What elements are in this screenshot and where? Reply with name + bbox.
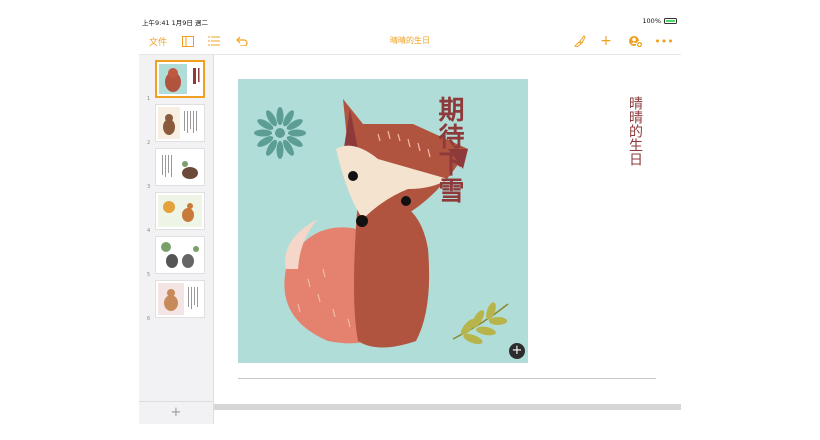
slide-thumbnail-6[interactable] xyxy=(155,280,205,318)
documents-button[interactable]: 文件 xyxy=(149,34,167,48)
slide-thumbnail-4[interactable] xyxy=(155,192,205,230)
slide-number: 6 xyxy=(147,316,151,322)
add-media-button[interactable]: + xyxy=(509,343,525,359)
battery-percent: 100% xyxy=(642,17,661,25)
slide-navigator: 1 2 3 4 5 6 + xyxy=(139,55,214,424)
status-right: 100% xyxy=(642,17,677,25)
insert-plus-icon[interactable]: + xyxy=(599,33,613,49)
slide-number: 2 xyxy=(147,140,151,146)
slide-headline[interactable]: 期待下雪 xyxy=(431,96,468,204)
ipad-screen: 上午9:41 1月9日 週二 100% 文件 + ••• 晴晴的生日 1 2 3… xyxy=(139,14,681,424)
slide-thumbnail-5[interactable] xyxy=(155,236,205,274)
slide-number: 5 xyxy=(147,272,151,278)
document-title: 晴晴的生日 xyxy=(390,36,430,45)
horizontal-scrollbar[interactable] xyxy=(214,404,681,410)
slide-thumbnail-3[interactable] xyxy=(155,148,205,186)
slide-subhead[interactable]: 晴晴的生日 xyxy=(625,96,645,166)
outline-view-icon[interactable] xyxy=(207,34,221,48)
slide-navigator-icon[interactable] xyxy=(181,34,195,48)
collaborate-icon[interactable] xyxy=(627,34,643,48)
slide-number: 3 xyxy=(147,184,151,190)
documents-label: 文件 xyxy=(149,37,168,48)
add-slide-button[interactable]: + xyxy=(139,401,213,424)
slide-divider xyxy=(238,378,656,379)
fox-illustration[interactable] xyxy=(238,79,528,363)
more-icon[interactable]: ••• xyxy=(654,34,673,48)
slide-number: 4 xyxy=(147,228,151,234)
status-bar: 上午9:41 1月9日 週二 100% xyxy=(139,14,681,28)
slide-thumbnail-1[interactable] xyxy=(155,60,205,98)
battery-icon xyxy=(664,18,677,24)
status-time: 上午9:41 1月9日 週二 xyxy=(142,19,208,27)
slide-number: 1 xyxy=(147,96,151,102)
slide-thumbnail-2[interactable] xyxy=(155,104,205,142)
format-brush-icon[interactable] xyxy=(573,34,587,48)
undo-icon[interactable] xyxy=(235,34,249,48)
